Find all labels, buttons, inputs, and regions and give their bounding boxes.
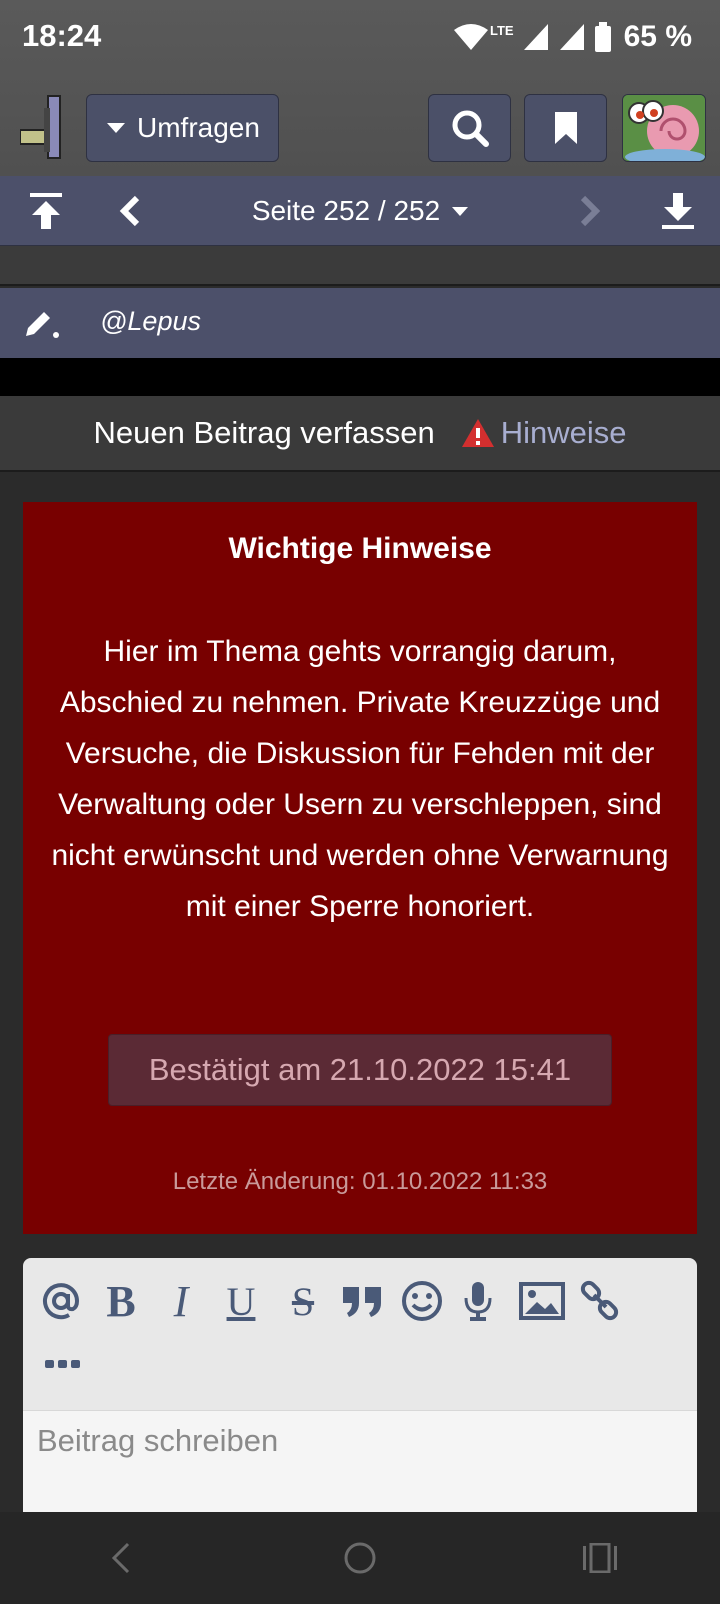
avatar[interactable]	[622, 94, 706, 162]
status-bar: 18:24 LTE 65 %	[0, 0, 720, 76]
warning-icon	[461, 419, 494, 447]
post-input[interactable]: Beitrag schreiben	[23, 1410, 697, 1518]
notice-title: Wichtige Hinweise	[228, 532, 492, 565]
logo-icon[interactable]	[20, 94, 66, 160]
recents-button[interactable]	[540, 1512, 660, 1604]
quote-button[interactable]	[337, 1272, 387, 1330]
mention-button[interactable]	[37, 1272, 85, 1330]
status-icons: LTE 65 %	[452, 20, 692, 54]
strikethrough-button[interactable]: S	[277, 1272, 329, 1330]
last-change-text: Letzte Änderung: 01.10.2022 11:33	[172, 1168, 548, 1195]
italic-icon: I	[173, 1276, 189, 1326]
microphone-icon	[464, 1282, 492, 1321]
hints-label: Hinweise	[500, 415, 627, 450]
bold-icon: B	[106, 1276, 136, 1326]
image-icon	[519, 1282, 565, 1320]
editor-toolbar: B I U S	[23, 1258, 697, 1410]
mention-text: @Lepus	[100, 306, 201, 336]
signal-icon	[523, 24, 548, 50]
pager-bar: Seite 252 / 252	[0, 176, 720, 246]
compose-header: Neuen Beitrag verfassen Hinweise	[0, 396, 720, 472]
next-page-button[interactable]	[560, 176, 620, 246]
battery-icon	[594, 22, 611, 52]
wifi-icon	[454, 24, 489, 50]
hints-link[interactable]: Hinweise	[461, 415, 627, 451]
caret-down-icon	[452, 206, 469, 216]
recents-icon	[583, 1543, 617, 1573]
chevron-right-icon	[580, 195, 601, 227]
bold-button[interactable]: B	[95, 1272, 147, 1330]
voice-button[interactable]	[457, 1272, 499, 1330]
emoji-button[interactable]	[397, 1272, 447, 1330]
at-icon	[43, 1283, 80, 1320]
arrow-to-bottom-icon	[662, 193, 694, 229]
separator-band	[0, 358, 720, 396]
italic-button[interactable]: I	[155, 1272, 207, 1330]
confirmed-button[interactable]: Bestätigt am 21.10.2022 15:41	[108, 1034, 612, 1106]
strikethrough-icon: S	[291, 1278, 315, 1324]
post-editor: B I U S Beitrag schreiben	[23, 1258, 697, 1518]
quote-icon	[343, 1287, 381, 1317]
signal-icon-2	[559, 24, 584, 50]
pencil-icon	[26, 312, 59, 338]
status-time: 18:24	[22, 18, 102, 53]
caret-down-icon	[107, 123, 125, 133]
underline-icon: U	[226, 1278, 256, 1324]
home-button[interactable]	[300, 1512, 420, 1604]
lte-label: LTE	[490, 22, 514, 38]
underline-button[interactable]: U	[215, 1272, 267, 1330]
quick-reply-bar[interactable]: @Lepus	[0, 288, 720, 358]
divider	[0, 246, 720, 286]
back-button[interactable]	[60, 1512, 180, 1604]
smiley-icon	[402, 1281, 442, 1321]
more-icon[interactable]	[45, 1358, 81, 1370]
home-icon	[344, 1542, 376, 1574]
link-icon	[580, 1280, 619, 1321]
battery-percent: 65 %	[623, 20, 692, 53]
dropdown-label: Umfragen	[137, 112, 260, 143]
forum-dropdown-button[interactable]: Umfragen	[86, 94, 279, 162]
last-page-button[interactable]	[646, 176, 710, 246]
link-button[interactable]	[577, 1272, 623, 1330]
compose-title: Neuen Beitrag verfassen	[93, 415, 435, 450]
search-icon	[452, 110, 489, 147]
bookmark-button[interactable]	[524, 94, 607, 162]
system-nav-bar	[0, 1512, 720, 1604]
snail-avatar-icon	[623, 95, 705, 161]
search-button[interactable]	[428, 94, 511, 162]
image-button[interactable]	[517, 1272, 567, 1330]
back-icon	[111, 1542, 130, 1574]
page-label: Seite 252 / 252	[251, 195, 441, 226]
notice-box: Wichtige Hinweise Hier im Thema gehts vo…	[23, 502, 697, 1234]
post-placeholder: Beitrag schreiben	[37, 1423, 279, 1458]
bookmark-icon	[554, 112, 577, 144]
notice-body: Hier im Thema gehts vorrangig darum, Abs…	[51, 635, 669, 923]
